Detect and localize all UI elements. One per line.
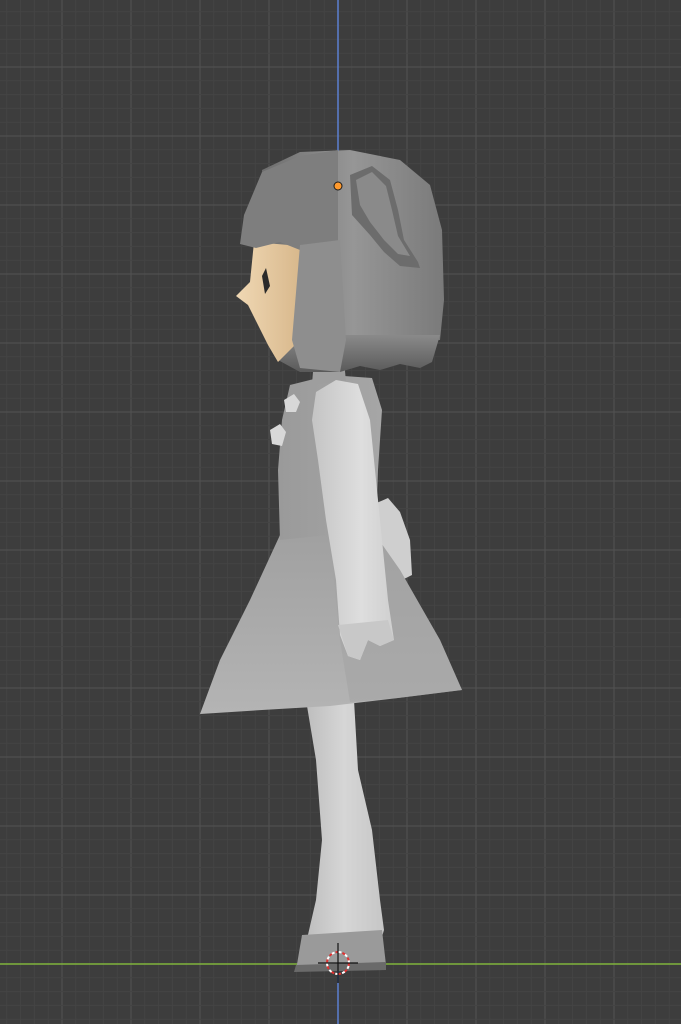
object-origin-point[interactable] [333, 181, 343, 191]
viewport-canvas[interactable] [0, 0, 681, 1024]
3d-viewport[interactable] [0, 0, 681, 1024]
character-model[interactable] [200, 150, 462, 972]
hair-side-lock [292, 240, 346, 372]
